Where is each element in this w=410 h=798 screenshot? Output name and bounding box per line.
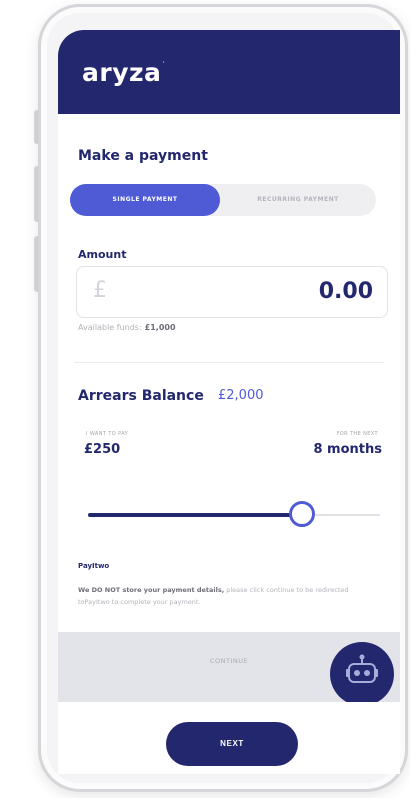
duration-value: 8 months [313,442,382,457]
payitwo-title: PayItwo [78,562,110,570]
arrears-title: Arrears Balance [78,388,204,404]
available-funds: Available funds: £1,000 [78,323,176,332]
slider-track[interactable] [308,514,380,516]
tab-single-payment[interactable]: SINGLE PAYMENT [70,184,220,216]
want-to-pay-value: £250 [84,442,121,457]
aryza-logo: aryza· [82,58,165,87]
arrears-balance: £2,000 [218,388,264,403]
payitwo-notice: We DO NOT store your payment details, pl… [78,584,378,608]
amount-label: Amount [78,248,127,261]
next-button[interactable]: NEXT [166,722,298,766]
app-header: aryza· [58,30,400,114]
currency-symbol: £ [93,278,107,303]
logo-mark: · [162,58,166,67]
chat-bot-button[interactable] [330,642,394,706]
payment-type-toggle: SINGLE PAYMENT RECURRING PAYMENT [70,184,376,216]
payitwo-notice-bold: We DO NOT store your payment details, [78,586,225,594]
amount-input[interactable]: £ 0.00 [76,266,388,318]
tab-recurring-payment[interactable]: RECURRING PAYMENT [220,184,376,216]
want-to-pay-label: I WANT TO PAY [86,431,129,437]
page-title: Make a payment [78,148,208,164]
available-funds-value: £1,000 [144,323,176,332]
for-the-next-label: FOR THE NEXT [336,431,378,437]
robot-icon [346,654,378,683]
amount-value: 0.00 [318,279,373,304]
available-funds-label: Available funds: [78,323,142,332]
slider-thumb[interactable] [289,501,315,527]
app-screen: aryza· Make a payment SINGLE PAYMENT REC… [58,30,400,774]
section-divider [74,362,384,363]
slider-fill [88,513,298,517]
logo-text: aryza [82,58,162,87]
